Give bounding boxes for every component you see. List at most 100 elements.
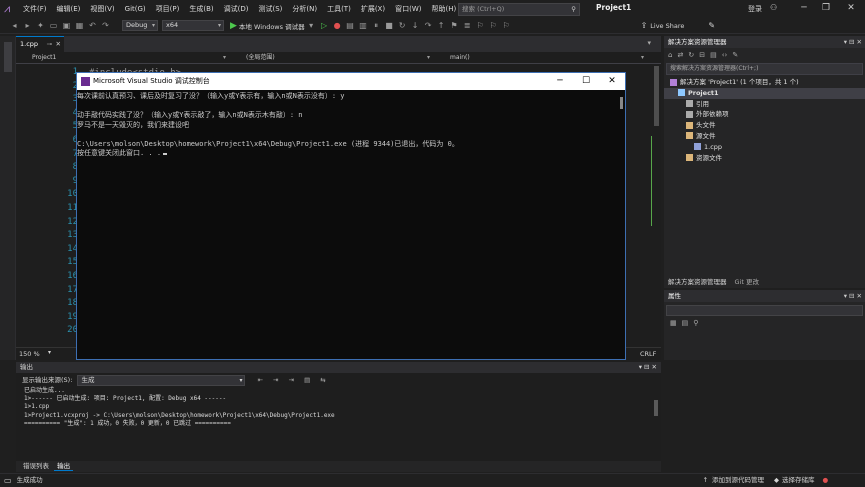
console-scroll-thumb[interactable] [620,97,623,109]
select-repo-button[interactable]: 选择存储库 [782,474,815,487]
forward-icon[interactable]: ▸ [22,20,33,31]
save-icon[interactable]: ▣ [61,20,72,31]
console-minimize-button[interactable]: ─ [547,73,573,90]
back-icon[interactable]: ◂ [9,20,20,31]
zoom-dropdown-icon[interactable]: ▾ [48,349,51,356]
menu-item[interactable]: 工具(T) [322,4,356,14]
new-item-icon[interactable]: ✦ [35,20,46,31]
run-button-label[interactable]: 本地 Windows 调试器 [239,21,305,31]
select-repo-icon[interactable]: ◆ [774,474,779,487]
add-source-control-button[interactable]: 添加到源代码管理 [712,474,764,487]
step-into-icon[interactable]: ↓ [410,20,421,31]
hot-reload-icon[interactable]: ● [332,20,343,31]
stop-icon[interactable]: ■ [384,20,395,31]
step-over-icon[interactable]: ↷ [423,20,434,31]
menu-item[interactable]: Git(G) [120,5,151,13]
tree-item[interactable]: 资源文件 [664,153,865,164]
tree-item[interactable]: 源文件 [664,131,865,142]
console-close-button[interactable]: ✕ [599,73,625,90]
search-input[interactable]: 搜索 (Ctrl+Q) ⚲ [458,3,580,16]
properties-object-select[interactable] [666,305,863,316]
editor-scroll-thumb[interactable] [654,66,659,126]
dropdown-icon[interactable]: ▾ [306,20,317,31]
console-titlebar[interactable]: Microsoft Visual Studio 调试控制台 ─ ☐ ✕ [77,73,625,90]
toolbox-tab[interactable] [4,42,12,72]
menu-item[interactable]: 文件(F) [18,4,52,14]
menu-item[interactable]: 测试(S) [253,4,287,14]
toolbar-icon-d[interactable]: ≣ [462,20,473,31]
redo-icon[interactable]: ↷ [100,20,111,31]
settings-icon[interactable]: ✎ [732,51,738,59]
menu-item[interactable]: 分析(N) [287,4,322,14]
bookmark-prev-icon[interactable]: ⚐ [488,20,499,31]
menu-item[interactable]: 项目(P) [151,4,185,14]
undo-icon[interactable]: ↶ [87,20,98,31]
minimize-button[interactable]: ─ [796,2,812,15]
output-controls-icon[interactable]: ▾ ⊟ ✕ [639,362,657,373]
toolbar-icon-b[interactable]: ▥ [358,20,369,31]
code-icon[interactable]: ‹› [722,51,728,59]
output-toolbar-icons[interactable]: ⇤ ⇥ ⇥ ▤ ⇆ [258,376,330,384]
tree-item[interactable]: 外部依赖项 [664,109,865,120]
open-icon[interactable]: ▭ [48,20,59,31]
bookmark-next-icon[interactable]: ⚐ [501,20,512,31]
tab-solution-explorer[interactable]: 解决方案资源管理器 [668,276,727,288]
menu-item[interactable]: 生成(B) [184,4,218,14]
menu-item[interactable]: 视图(V) [85,4,119,14]
properties-controls-icon[interactable]: ▾ ⊟ ✕ [844,290,862,302]
editor-scrollbar[interactable] [652,64,661,347]
tab-output[interactable]: 输出 [54,462,74,471]
console-maximize-button[interactable]: ☐ [573,73,599,90]
pause-icon[interactable]: ⏸ [371,20,382,31]
close-button[interactable]: ✕ [843,2,859,15]
tab-dropdown-icon[interactable]: ▾ [647,39,651,47]
tab-git-changes[interactable]: Git 更改 [735,276,759,288]
tree-item[interactable]: 引用 [664,99,865,110]
tab-error-list[interactable]: 错误列表 [20,462,52,470]
tree-item[interactable]: 1.cpp [664,142,865,153]
sync-icon[interactable]: ⇄ [677,51,683,59]
sign-in-link[interactable]: 登录 [748,4,762,14]
step-out-icon[interactable]: ↑ [436,20,447,31]
notifications-icon[interactable]: ● [823,474,829,487]
menu-item[interactable]: 帮助(H) [426,4,461,14]
live-share-icon[interactable]: ⇪ [641,21,648,30]
menu-item[interactable]: 扩展(X) [356,4,390,14]
restart-icon[interactable]: ↻ [397,20,408,31]
nav-scope-select[interactable]: (全局范围) [232,53,432,63]
collapse-icon[interactable]: ⊟ [699,51,705,59]
run-icon[interactable]: ▶ [230,21,237,31]
toolbar-icon-c[interactable]: ⚑ [449,20,460,31]
save-all-icon[interactable]: ▦ [74,20,85,31]
account-icon[interactable]: ⚇ [770,3,777,12]
pin-icon[interactable]: ⊸ [47,37,52,52]
config-select[interactable]: Debug [122,20,158,31]
solution-search-input[interactable]: 搜索解决方案资源管理器(Ctrl+;) [666,63,863,75]
toolbar-icon-a[interactable]: ▤ [345,20,356,31]
menu-item[interactable]: 调试(D) [219,4,254,14]
nav-project-select[interactable]: Project1 [18,53,228,63]
tree-item[interactable]: 头文件 [664,120,865,131]
start-without-debug-icon[interactable]: ▷ [319,20,330,31]
home-icon[interactable]: ⌂ [668,51,672,59]
menu-item[interactable]: 窗口(W) [390,4,426,14]
tree-item[interactable]: 解决方案 'Project1' (1 个项目，共 1 个) [664,77,865,88]
output-source-select[interactable]: 生成 ▾ [77,374,246,386]
show-all-icon[interactable]: ▤ [710,51,717,59]
line-ending[interactable]: CRLF [640,349,656,359]
alphabetical-icon[interactable]: ▤ [682,319,689,327]
debug-console-window[interactable]: Microsoft Visual Studio 调试控制台 ─ ☐ ✕ 每次课前… [76,72,626,360]
categorized-icon[interactable]: ▦ [670,319,677,327]
zoom-level[interactable]: 150 % [19,349,40,359]
maximize-button[interactable]: ❐ [818,2,834,15]
nav-function-select[interactable]: main() [436,53,646,63]
panel-controls-icon[interactable]: ▾ ⊟ ✕ [844,36,862,48]
output-scrollbar[interactable] [653,388,659,448]
add-source-icon[interactable]: ↑ [703,474,708,487]
tree-item[interactable]: Project1 [664,87,865,99]
live-share-button[interactable]: Live Share [650,22,684,30]
tab-1cpp[interactable]: 1.cpp ⊸ ✕ [16,36,64,52]
property-pages-icon[interactable]: ⚲ [693,319,698,327]
bookmark-icon[interactable]: ⚐ [475,20,486,31]
platform-select[interactable]: x64 [162,20,224,31]
